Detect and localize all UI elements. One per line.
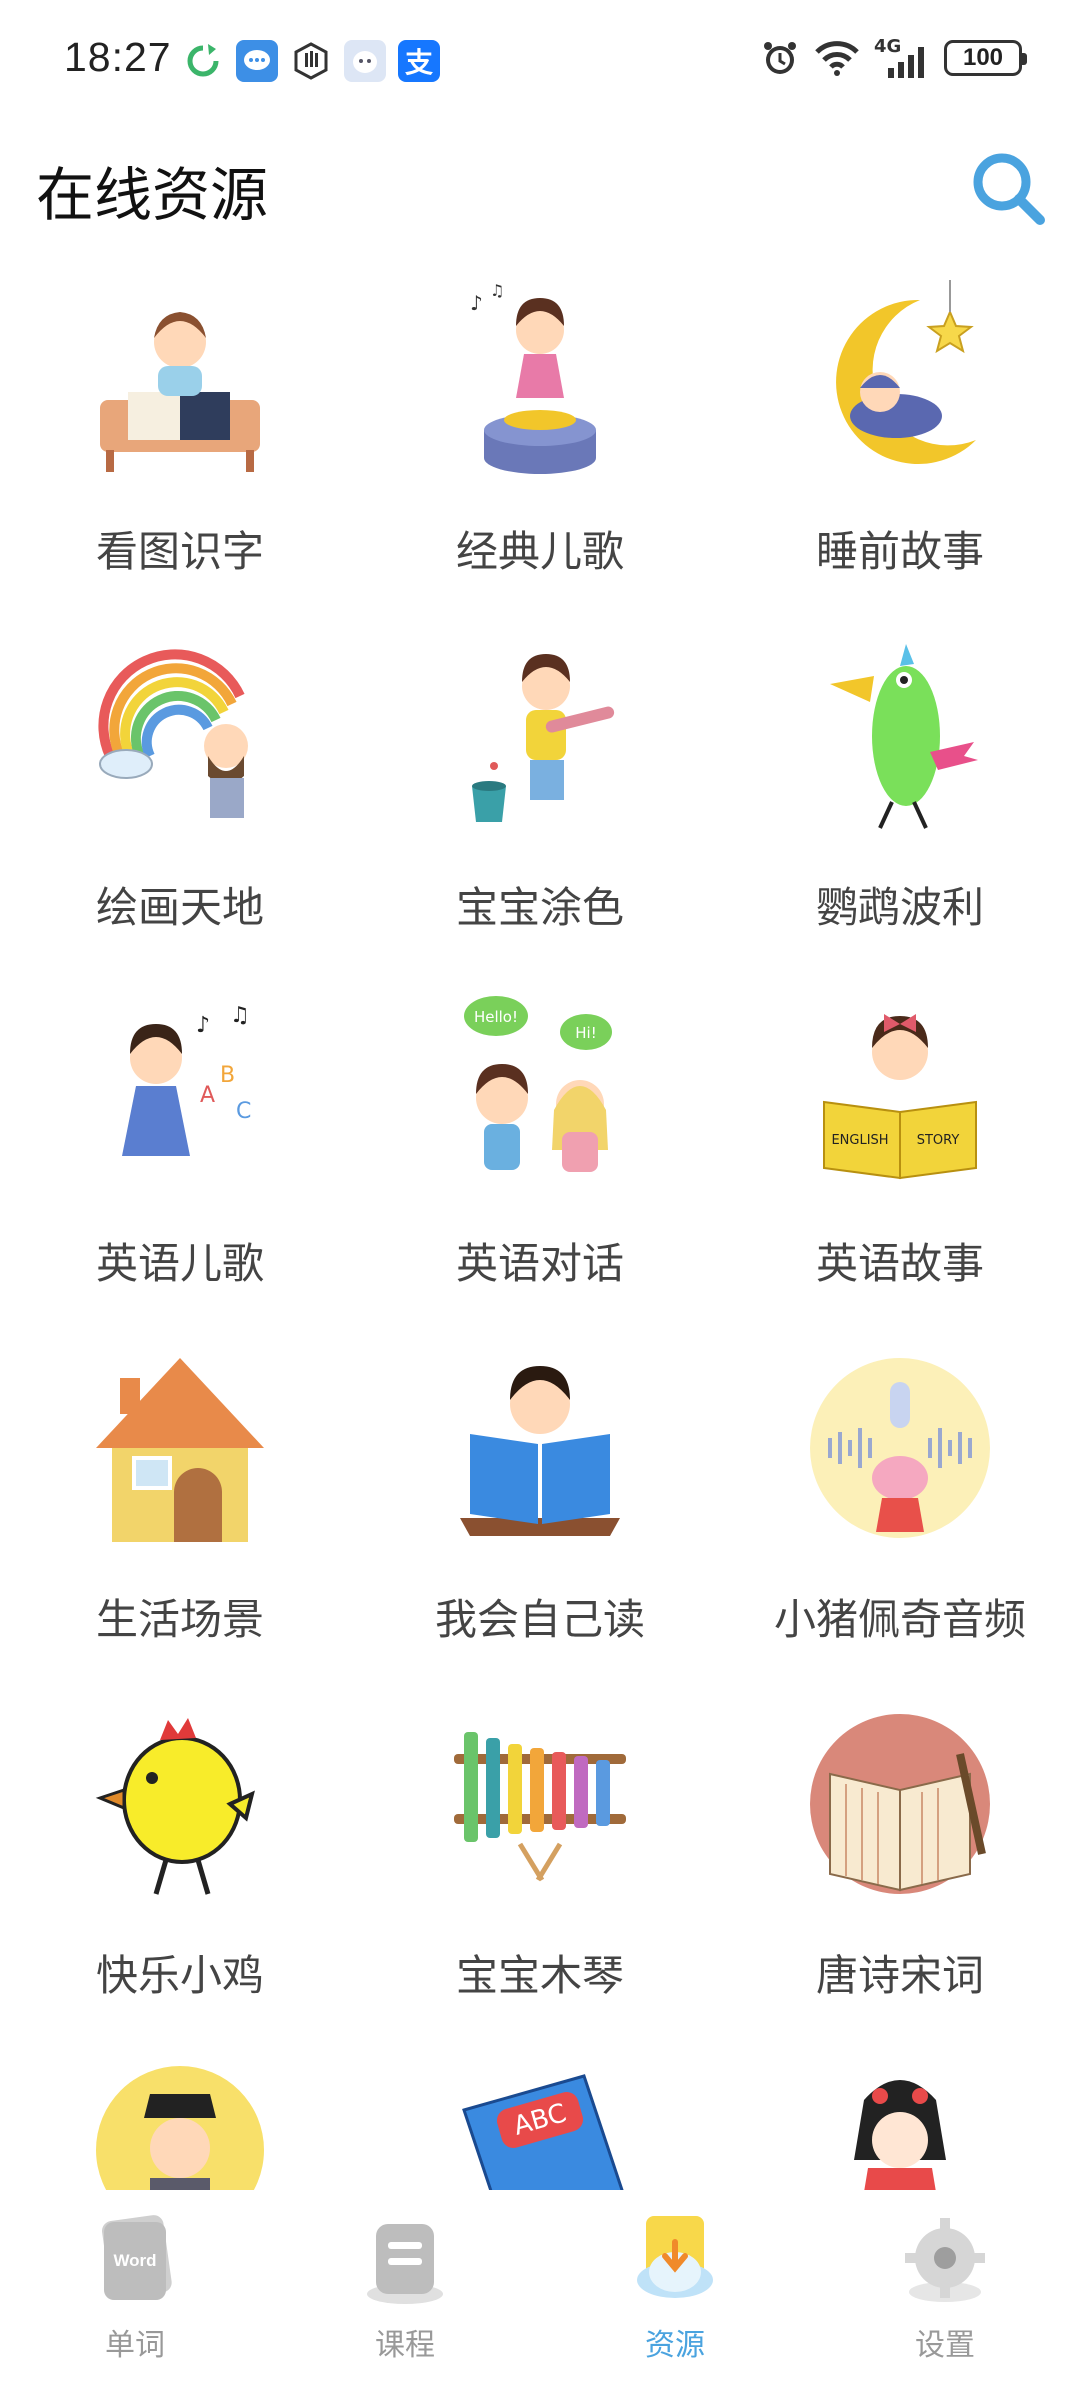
system-icons: 4G 100 (760, 36, 1027, 78)
bedtime-story-icon (836, 280, 976, 464)
life-scenes-icon (96, 1358, 264, 1542)
parrot-poly-icon (830, 644, 978, 829)
resource-label: 绘画天地 (95, 883, 264, 932)
english-songs-icon: A B C ♪ ♫ (122, 1003, 251, 1156)
story-book-text: STORY (917, 1133, 960, 1148)
resource-item-life-scenes[interactable]: 生活场景 (0, 1338, 360, 1694)
nav-tab-resources[interactable]: 资源 (540, 2208, 810, 2368)
wifi-icon (815, 41, 859, 76)
hi-bubble-text: Hi! (575, 1024, 596, 1042)
svg-text:♫: ♫ (230, 1003, 250, 1028)
nav-tab-settings[interactable]: 设置 (810, 2208, 1080, 2368)
english-book-text: ENGLISH (831, 1133, 888, 1148)
resource-label: 小猪佩奇音频 (773, 1595, 1026, 1644)
course-icon (367, 2224, 443, 2304)
resource-item-parrot-poly[interactable]: 鹦鹉波利 (720, 626, 1080, 982)
baby-xylophone-icon (454, 1732, 626, 1882)
settings-gear-icon (905, 2218, 985, 2302)
baby-coloring-icon (472, 654, 615, 822)
resource-download-icon (637, 2216, 713, 2298)
ghost-app-icon (344, 40, 386, 82)
resource-item-happy-chick[interactable]: 快乐小鸡 (0, 1694, 360, 2050)
resource-item-painting-world[interactable]: 绘画天地 (0, 626, 360, 982)
resource-item-peppa-audio[interactable]: 小猪佩奇音频 (720, 1338, 1080, 1694)
resource-item-classic-songs[interactable]: ♪ ♫ 经典儿歌 (360, 270, 720, 626)
nav-tab-words[interactable]: Word 单词 (0, 2208, 270, 2368)
app-root: 18:27 支 4G 100 在线资源 看图识字 ♪ ♫ 经典儿歌 睡前故事 绘… (0, 0, 1080, 2382)
nav-label: 课程 (375, 2328, 435, 2363)
nav-tab-courses[interactable]: 课程 (270, 2208, 540, 2368)
resource-item-picture-literacy[interactable]: 看图识字 (0, 270, 360, 626)
resource-item-english-story[interactable]: ENGLISH STORY 英语故事 (720, 982, 1080, 1338)
svg-text:♫: ♫ (490, 281, 504, 300)
resource-label: 生活场景 (95, 1595, 264, 1644)
resource-item-baby-xylophone[interactable]: 宝宝木琴 (360, 1694, 720, 2050)
word-card-icon: Word (102, 2215, 172, 2300)
svg-text:A: A (200, 1083, 215, 1108)
sync-icon (182, 40, 224, 82)
painting-world-icon (98, 649, 248, 818)
status-time: 18:27 (64, 34, 172, 80)
resource-item-tang-poetry[interactable]: 唐诗宋词 (720, 1694, 1080, 2050)
resource-item-partial[interactable]: ABC (360, 2050, 720, 2190)
nav-label: 资源 (645, 2328, 705, 2363)
signal-icon (888, 47, 924, 78)
battery-indicator: 100 (944, 40, 1027, 76)
bottom-nav: Word 单词 课程 资源 设置 (0, 2190, 1080, 2382)
nav-label: 单词 (105, 2328, 165, 2363)
resource-label: 经典儿歌 (455, 527, 624, 576)
hello-bubble-text: Hello! (474, 1008, 518, 1026)
tang-poetry-icon (810, 1714, 990, 1894)
resource-item-english-dialogue[interactable]: Hello! Hi! 英语对话 (360, 982, 720, 1338)
hand-icon (290, 40, 332, 82)
resource-label: 宝宝涂色 (455, 883, 624, 932)
resource-label: 鹦鹉波利 (815, 883, 984, 932)
resource-item-bedtime-story[interactable]: 睡前故事 (720, 270, 1080, 626)
search-button[interactable] (966, 146, 1050, 230)
classic-songs-icon: ♪ ♫ (470, 281, 596, 474)
resource-label: 看图识字 (95, 527, 264, 576)
status-bar: 18:27 支 4G 100 (0, 0, 1080, 120)
resource-label: 英语儿歌 (95, 1239, 264, 1288)
english-dialogue-icon: Hello! Hi! (464, 996, 612, 1172)
scholar-icon (96, 2066, 264, 2190)
resource-grid: 看图识字 ♪ ♫ 经典儿歌 睡前故事 绘画天地 宝宝涂色 鹦鹉波利 A B C … (0, 270, 1080, 2190)
resource-label: 睡前故事 (815, 527, 984, 576)
alipay-icon: 支 (398, 40, 440, 82)
english-story-icon: ENGLISH STORY (823, 1014, 977, 1180)
resource-label: 我会自己读 (434, 1595, 645, 1644)
svg-text:B: B (220, 1063, 235, 1088)
resource-item-self-reading[interactable]: 我会自己读 (360, 1338, 720, 1694)
resource-item-baby-coloring[interactable]: 宝宝涂色 (360, 626, 720, 982)
resource-label: 英语故事 (815, 1239, 984, 1288)
network-type: 4G (874, 36, 930, 78)
notification-icons: 支 (182, 40, 440, 82)
message-icon (236, 40, 278, 82)
resource-label: 英语对话 (455, 1239, 624, 1288)
self-reading-icon (460, 1366, 620, 1536)
peppa-audio-icon (810, 1358, 990, 1538)
picture-literacy-icon (100, 312, 260, 472)
resource-label: 快乐小鸡 (95, 1951, 264, 2000)
resource-label: 宝宝木琴 (455, 1951, 624, 2000)
resource-item-partial[interactable] (720, 2050, 1080, 2190)
opera-girl-icon (854, 2080, 946, 2190)
svg-text:C: C (236, 1099, 251, 1124)
search-icon (973, 153, 1045, 225)
page-title: 在线资源 (36, 161, 269, 229)
svg-text:♪: ♪ (470, 291, 483, 315)
svg-text:♪: ♪ (196, 1013, 210, 1038)
abc-book-icon: ABC (462, 2074, 624, 2190)
resource-label: 唐诗宋词 (815, 1951, 984, 2000)
alarm-icon (764, 42, 796, 74)
word-card-text: Word (113, 2251, 156, 2270)
happy-chick-icon (95, 1718, 255, 1895)
resource-item-partial[interactable] (0, 2050, 360, 2190)
resource-item-english-songs[interactable]: A B C ♪ ♫ 英语儿歌 (0, 982, 360, 1338)
nav-label: 设置 (915, 2328, 975, 2363)
